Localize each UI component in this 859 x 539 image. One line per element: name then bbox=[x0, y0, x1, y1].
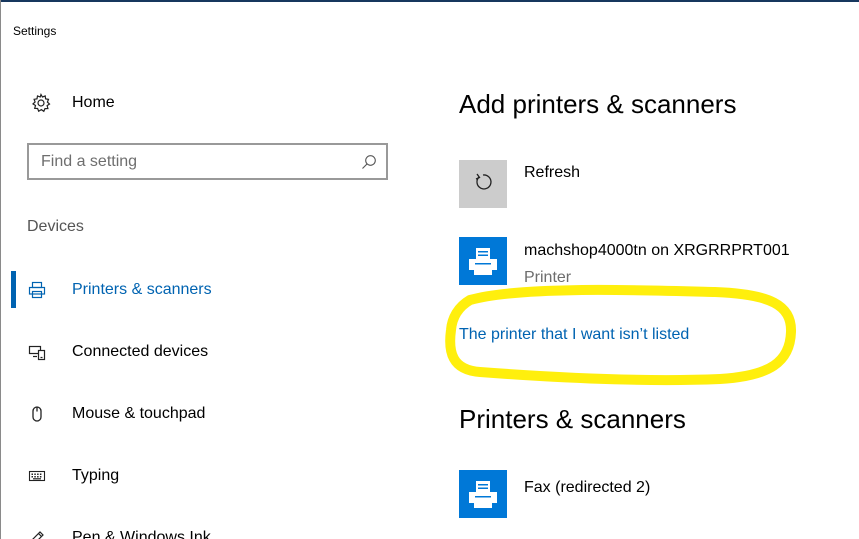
window-top-border bbox=[0, 0, 859, 2]
found-printer-type: Printer bbox=[524, 269, 572, 286]
refresh-button[interactable] bbox=[459, 160, 507, 208]
printer-not-listed-link[interactable]: The printer that I want isn’t listed bbox=[459, 326, 689, 344]
printer-icon bbox=[26, 279, 48, 301]
mouse-icon bbox=[26, 403, 48, 425]
sidebar-item-connected-devices[interactable]: Connected devices bbox=[0, 334, 420, 370]
refresh-icon bbox=[472, 171, 494, 198]
printer-tile-icon bbox=[459, 237, 507, 285]
sidebar-item-label: Printers & scanners bbox=[72, 281, 212, 298]
window-title: Settings bbox=[13, 24, 57, 38]
search-input[interactable] bbox=[29, 146, 354, 177]
home-nav-item[interactable]: Home bbox=[30, 88, 115, 118]
sidebar-item-label: Mouse & touchpad bbox=[72, 405, 206, 422]
keyboard-icon bbox=[26, 465, 48, 487]
add-printers-heading: Add printers & scanners bbox=[459, 89, 737, 119]
settings-window: Settings Home Devices bbox=[0, 0, 859, 539]
sidebar-item-pen-windows-ink[interactable]: Pen & Windows Ink bbox=[0, 520, 420, 539]
installed-printers-heading: Printers & scanners bbox=[459, 404, 686, 434]
sidebar-item-label: Connected devices bbox=[72, 343, 209, 360]
sidebar-item-printers-scanners[interactable]: Printers & scanners bbox=[0, 272, 420, 308]
section-label-devices: Devices bbox=[27, 218, 84, 235]
sidebar-item-label: Pen & Windows Ink bbox=[72, 529, 211, 539]
search-icon[interactable] bbox=[354, 147, 384, 177]
home-label: Home bbox=[72, 94, 115, 111]
printer-tile-icon bbox=[459, 470, 507, 518]
found-printer-name: machshop4000tn on XRGRRPRT001 bbox=[524, 242, 790, 259]
pen-icon bbox=[26, 527, 48, 539]
search-box[interactable] bbox=[27, 143, 388, 180]
refresh-label[interactable]: Refresh bbox=[524, 164, 580, 182]
connected-devices-icon bbox=[26, 341, 48, 363]
gear-icon bbox=[30, 92, 52, 114]
sidebar-item-label: Typing bbox=[72, 467, 120, 484]
installed-printer-name: Fax (redirected 2) bbox=[524, 479, 651, 496]
sidebar-item-mouse-touchpad[interactable]: Mouse & touchpad bbox=[0, 396, 420, 432]
sidebar-item-typing[interactable]: Typing bbox=[0, 458, 420, 494]
